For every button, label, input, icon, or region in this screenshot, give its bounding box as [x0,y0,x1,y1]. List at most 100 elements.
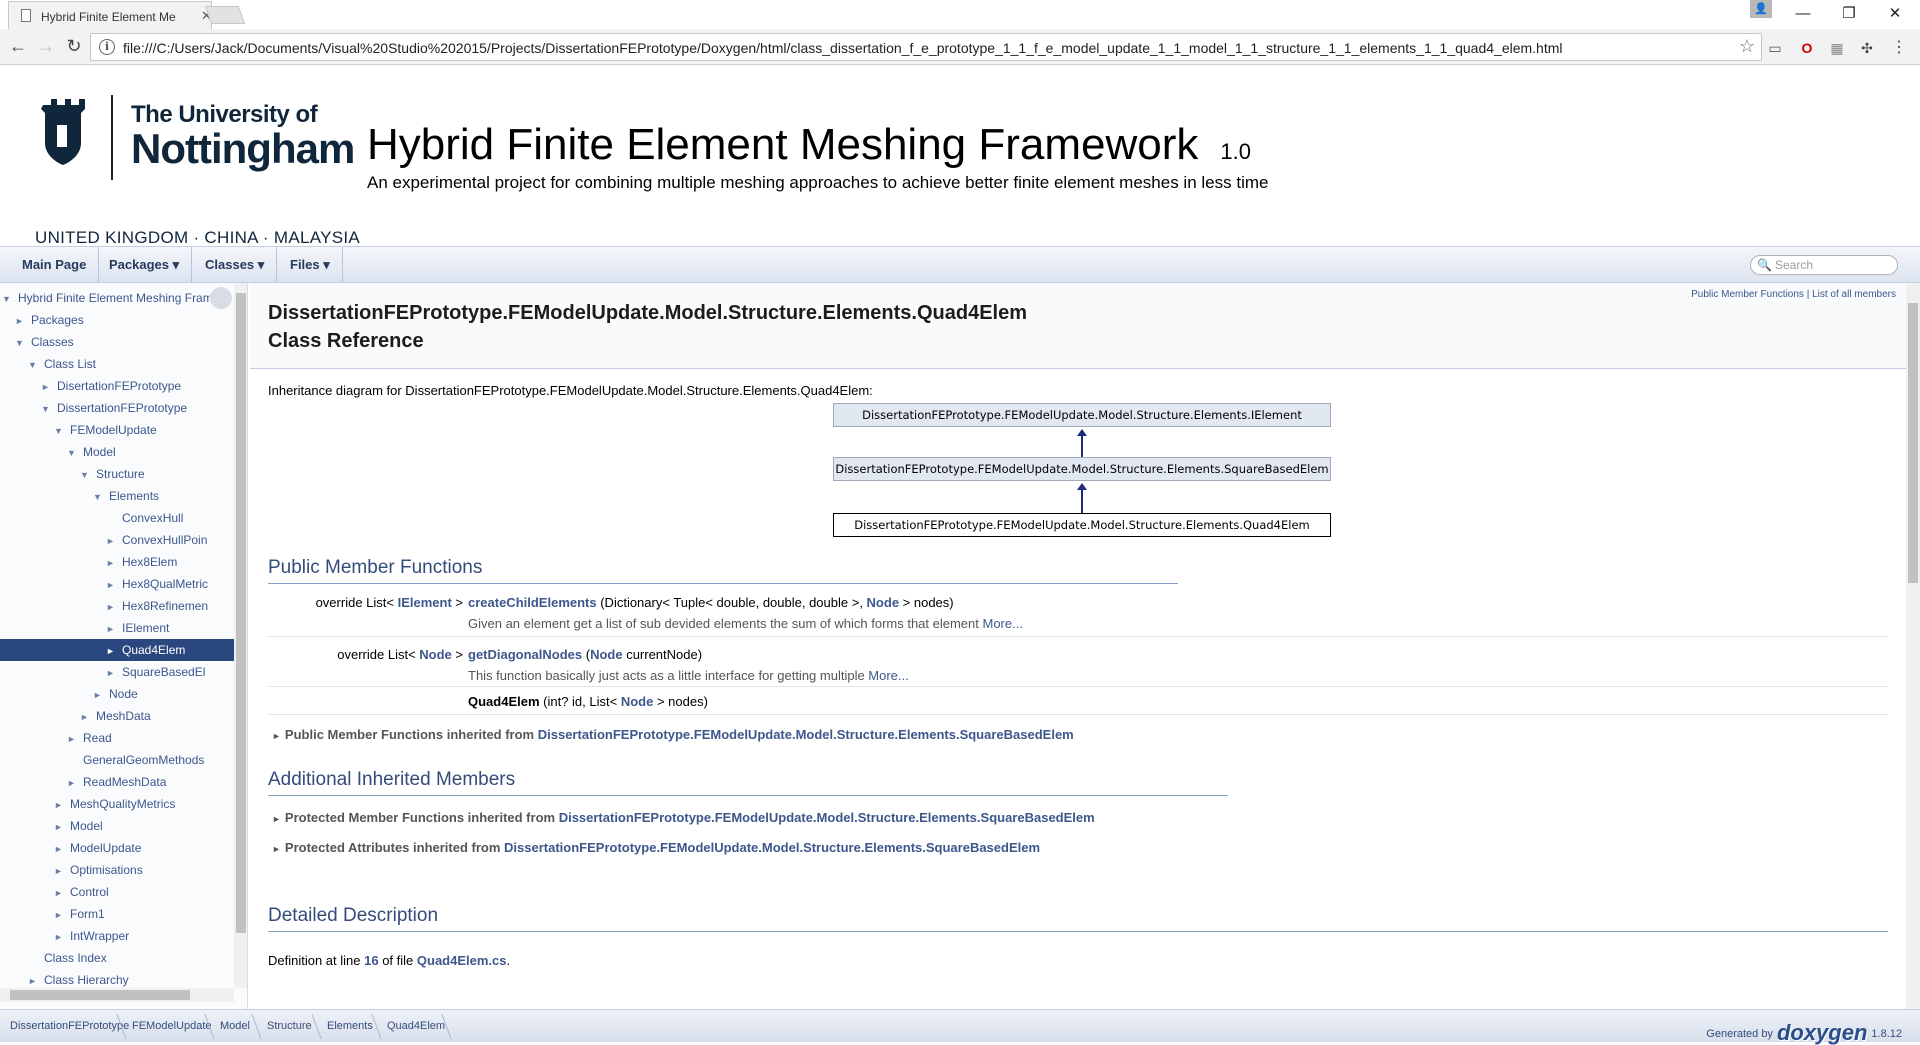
node-link[interactable]: Node [621,694,654,709]
triangle-right-icon[interactable]: ► [15,310,31,331]
triangle-right-icon[interactable]: ► [106,618,122,639]
scroll-thumb[interactable] [236,293,246,933]
tree-item[interactable]: GeneralGeomMethods [0,749,234,771]
menu-icon[interactable]: ⋮ [1890,39,1908,57]
tree-item[interactable]: ▼ Class List [0,353,234,375]
triangle-right-icon[interactable]: ► [54,882,70,903]
createchildelements-link[interactable]: createChildElements [468,595,597,610]
triangle-right-icon[interactable]: ► [67,728,83,749]
tree-item[interactable]: ▼ Elements [0,485,234,507]
tree-item[interactable]: Class Index [0,947,234,969]
cast-icon[interactable]: ▭ [1766,39,1784,57]
close-window-icon[interactable]: ✕ [1872,2,1918,26]
triangle-down-icon[interactable]: ▼ [80,464,96,485]
squarebasedelem-link[interactable]: DissertationFEPrototype.FEModelUpdate.Mo… [559,810,1095,825]
tree-item[interactable]: ► Read [0,727,234,749]
tree-item[interactable]: ► Packages [0,309,234,331]
triangle-right-icon[interactable]: ► [54,816,70,837]
triangle-right-icon[interactable]: ► [106,596,122,617]
tree-item[interactable]: ▼ Classes [0,331,234,353]
triangle-right-icon[interactable]: ► [106,552,122,573]
tree-item[interactable]: ► Control [0,881,234,903]
tree-item[interactable]: ► MeshQualityMetrics [0,793,234,815]
content-vertical-scrollbar[interactable] [1906,283,1920,1009]
triangle-down-icon[interactable]: ▼ [2,288,18,309]
triangle-right-icon[interactable]: ► [54,794,70,815]
bookmark-star-icon[interactable]: ☆ [1739,36,1755,57]
tree-item[interactable]: ► ModelUpdate [0,837,234,859]
tree-item[interactable]: ► ReadMeshData [0,771,234,793]
triangle-right-icon[interactable]: ► [54,926,70,947]
triangle-right-icon[interactable]: ► [54,904,70,925]
info-icon[interactable]: i [99,39,115,55]
minimize-icon[interactable]: — [1780,2,1826,26]
triangle-right-icon[interactable]: ► [54,860,70,881]
triangle-down-icon[interactable]: ▼ [93,486,109,507]
tree-item[interactable]: ► Optimisations [0,859,234,881]
university-logo[interactable]: The University of Nottingham UNITED KING… [33,95,360,247]
tree-item[interactable]: ► Hex8Elem [0,551,234,573]
extension-icon[interactable]: ▦ [1828,39,1846,57]
summary-public-link[interactable]: Public Member Functions [1691,289,1804,300]
inheritance-node-ielement[interactable]: DissertationFEPrototype.FEModelUpdate.Mo… [833,403,1331,427]
node-link[interactable]: Node [590,647,623,662]
address-bar[interactable]: i file:///C:/Users/Jack/Documents/Visual… [90,33,1762,61]
triangle-right-icon[interactable]: ► [106,662,122,683]
new-tab-button[interactable] [204,6,246,24]
line-number-link[interactable]: 16 [364,953,378,968]
tree-item[interactable]: ConvexHull [0,507,234,529]
tree-item[interactable]: ▼ Structure [0,463,234,485]
opera-icon[interactable]: O [1798,39,1816,57]
tree-item[interactable]: ► SquareBasedEl [0,661,234,683]
tree-item[interactable]: ► Model [0,815,234,837]
triangle-right-icon[interactable]: ► [54,838,70,859]
sync-icon[interactable] [210,287,232,309]
reload-icon[interactable]: ↻ [62,35,86,59]
triangle-right-icon[interactable]: ► [41,376,57,397]
tree-item[interactable]: ► MeshData [0,705,234,727]
summary-all-members-link[interactable]: List of all members [1812,289,1896,300]
scroll-thumb[interactable] [10,990,190,1000]
triangle-right-icon[interactable]: ► [80,706,96,727]
triangle-down-icon[interactable]: ▼ [54,420,70,441]
triangle-right-icon[interactable]: ► [106,640,122,661]
nav-packages[interactable]: Packages ▾ [97,247,193,283]
nav-files[interactable]: Files ▾ [278,247,343,283]
inherited-public-functions-toggle[interactable]: ► Public Member Functions inherited from … [272,727,1074,742]
node-link[interactable]: Node [419,647,452,662]
tree-item[interactable]: ► IntWrapper [0,925,234,947]
puzzle-icon[interactable]: ✣ [1858,39,1876,57]
tree-horizontal-scrollbar[interactable] [0,988,234,1002]
tree-item[interactable]: ▼ Hybrid Finite Element Meshing Framew [0,287,234,309]
tree-item[interactable]: ► Hex8QualMetric [0,573,234,595]
tree-item[interactable]: ► DisertationFEPrototype [0,375,234,397]
back-icon[interactable]: ← [6,35,30,59]
triangle-right-icon[interactable]: ► [106,530,122,551]
node-link[interactable]: Node [867,595,900,610]
more-link[interactable]: More... [868,668,908,683]
tree-item[interactable]: ► Form1 [0,903,234,925]
ielement-link[interactable]: IElement [398,595,452,610]
inheritance-node-squarebasedelem[interactable]: DissertationFEPrototype.FEModelUpdate.Mo… [833,457,1331,481]
restore-icon[interactable]: ❐ [1826,2,1872,26]
triangle-down-icon[interactable]: ▼ [15,332,31,353]
squarebasedelem-link[interactable]: DissertationFEPrototype.FEModelUpdate.Mo… [538,727,1074,742]
nav-classes[interactable]: Classes ▾ [193,247,278,283]
tree-vertical-scrollbar[interactable] [234,283,247,988]
triangle-right-icon[interactable]: ► [106,574,122,595]
tree-item[interactable]: ► Node [0,683,234,705]
file-link[interactable]: Quad4Elem.cs [417,953,507,968]
scroll-thumb[interactable] [1908,303,1918,583]
tree-item[interactable]: ► ConvexHullPoin [0,529,234,551]
tree-item[interactable]: ► IElement [0,617,234,639]
profile-icon[interactable]: 👤 [1750,0,1772,18]
nav-main-page[interactable]: Main Page [10,247,100,283]
triangle-right-icon[interactable]: ► [67,772,83,793]
tree-item[interactable]: ▼ DissertationFEPrototype [0,397,234,419]
inherited-protected-attributes-toggle[interactable]: ► Protected Attributes inherited from Dis… [272,840,1040,855]
triangle-down-icon[interactable]: ▼ [28,354,44,375]
tree-item[interactable]: ▼ FEModelUpdate [0,419,234,441]
triangle-down-icon[interactable]: ▼ [41,398,57,419]
more-link[interactable]: More... [983,616,1023,631]
tree-item[interactable]: ► Hex8Refinemen [0,595,234,617]
